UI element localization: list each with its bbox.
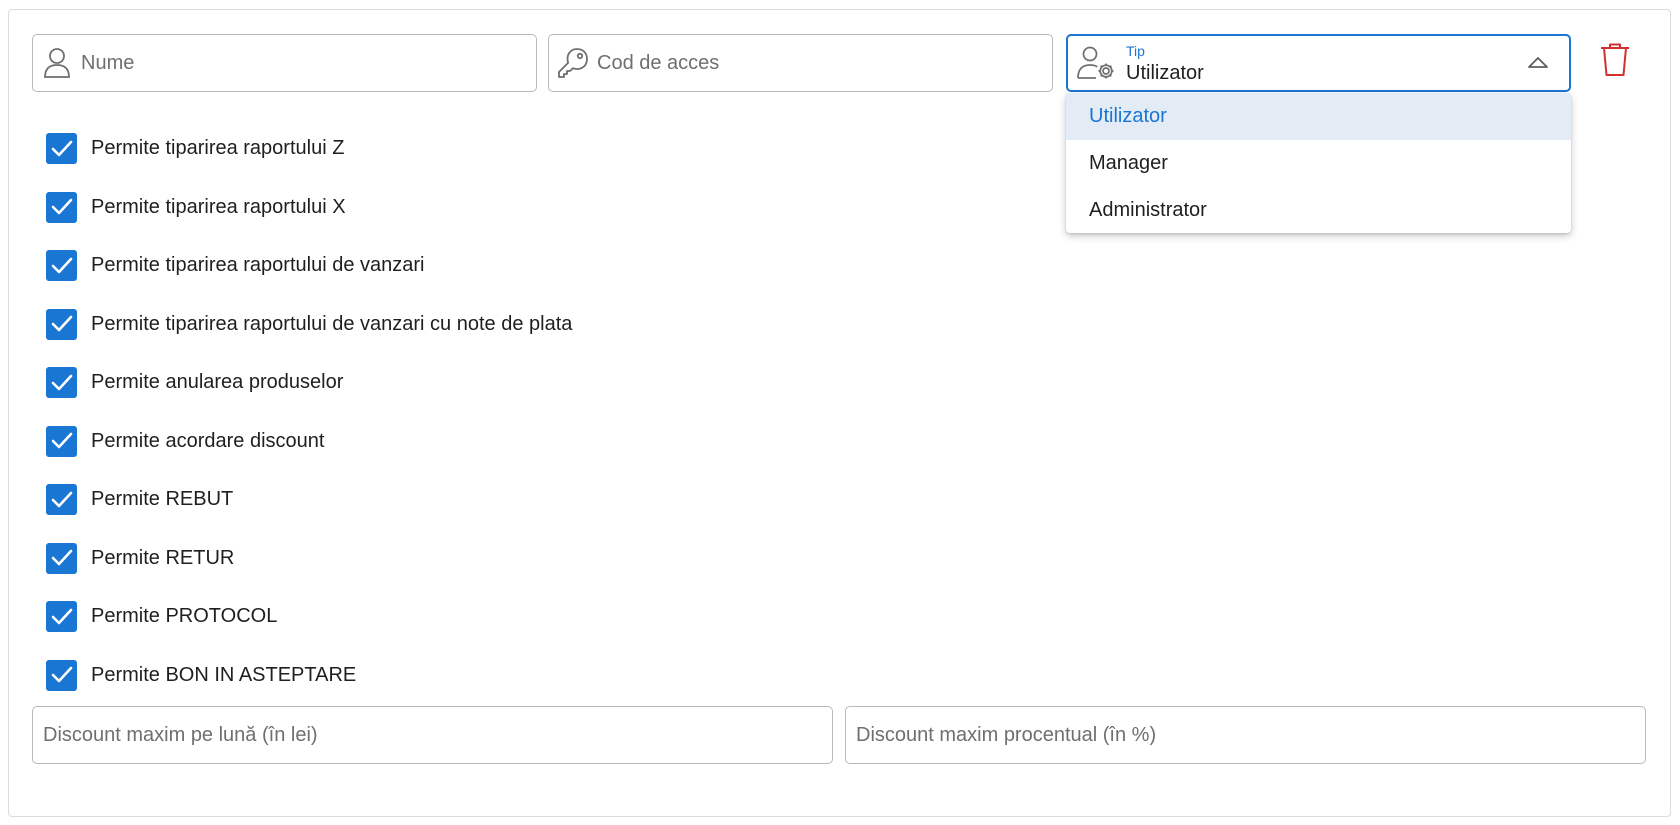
user-icon [33, 35, 81, 91]
checkmark-icon [51, 491, 72, 507]
key-icon [549, 35, 597, 91]
checkmark-icon [51, 432, 72, 449]
access-code-field[interactable]: Cod de acces [548, 34, 1053, 92]
access-code-placeholder: Cod de acces [597, 51, 720, 74]
permission-label: Permite acordare discount [91, 429, 325, 452]
type-value: Utilizator [1126, 61, 1204, 84]
type-option-utilizator[interactable]: Utilizator [1066, 93, 1571, 140]
checkmark-icon [51, 374, 72, 390]
permission-checkbox[interactable] [46, 659, 77, 691]
checkmark-icon [51, 608, 72, 624]
permission-row: Permite tiparirea raportului de vanzari [46, 250, 572, 309]
checkmark-icon [51, 257, 72, 273]
permission-checkbox[interactable] [46, 542, 77, 574]
permission-label: Permite tiparirea raportului X [91, 195, 346, 218]
permission-label: Permite tiparirea raportului de vanzari … [91, 312, 573, 335]
type-dropdown-menu: Utilizator Manager Administrator [1066, 93, 1571, 233]
permission-checkbox[interactable] [46, 308, 77, 340]
permission-checkbox[interactable] [46, 367, 77, 398]
permission-label: Permite tiparirea raportului de vanzari [91, 254, 425, 276]
permission-row: Permite tiparirea raportului X [46, 191, 572, 251]
permission-checkbox[interactable] [46, 191, 77, 223]
permission-row: Permite acordare discount [46, 425, 572, 485]
name-field[interactable]: Nume [32, 34, 537, 92]
delete-button[interactable] [1598, 42, 1632, 78]
permission-checkbox[interactable] [46, 250, 77, 281]
checkmark-icon [51, 666, 72, 683]
permissions-list: Permite tiparirea raportului Z Permite t… [46, 133, 572, 718]
checkmark-icon [51, 198, 72, 215]
type-select-content: Tip Utilizator [1126, 44, 1204, 83]
type-select[interactable]: Tip Utilizator [1066, 34, 1571, 92]
trash-icon [1598, 43, 1632, 82]
max-discount-percent-field[interactable]: Discount maxim procentual (în %) [845, 706, 1646, 764]
permission-label: Permite RETUR [91, 546, 235, 569]
max-discount-month-placeholder: Discount maxim pe lună (în lei) [43, 723, 318, 746]
checkmark-icon [51, 549, 72, 566]
name-placeholder: Nume [81, 51, 135, 74]
chevron-up-icon[interactable] [1527, 54, 1549, 72]
permission-row: Permite tiparirea raportului de vanzari … [46, 308, 573, 368]
permission-checkbox[interactable] [46, 425, 77, 457]
checkmark-icon [51, 315, 72, 332]
permission-row: Permite RETUR [46, 542, 572, 602]
permission-row: Permite PROTOCOL [46, 601, 572, 660]
permission-row: Permite tiparirea raportului Z [46, 133, 572, 192]
type-label: Tip [1126, 42, 1145, 59]
permission-label: Permite PROTOCOL [91, 605, 278, 627]
permission-label: Permite tiparirea raportului Z [91, 137, 345, 159]
permission-row: Permite REBUT [46, 484, 572, 543]
permission-row: Permite anularea produselor [46, 367, 572, 426]
permission-checkbox[interactable] [46, 601, 77, 632]
type-option-manager[interactable]: Manager [1066, 140, 1571, 187]
checkmark-icon [51, 140, 72, 156]
user-settings-icon [1068, 36, 1126, 90]
permission-label: Permite REBUT [91, 488, 234, 510]
max-discount-month-field[interactable]: Discount maxim pe lună (în lei) [32, 706, 833, 764]
permission-label: Permite anularea produselor [91, 371, 344, 393]
type-option-administrator[interactable]: Administrator [1066, 187, 1571, 234]
permission-label: Permite BON IN ASTEPTARE [91, 663, 357, 686]
permission-checkbox[interactable] [46, 133, 77, 164]
permission-checkbox[interactable] [46, 484, 77, 515]
max-discount-percent-placeholder: Discount maxim procentual (în %) [856, 723, 1157, 746]
